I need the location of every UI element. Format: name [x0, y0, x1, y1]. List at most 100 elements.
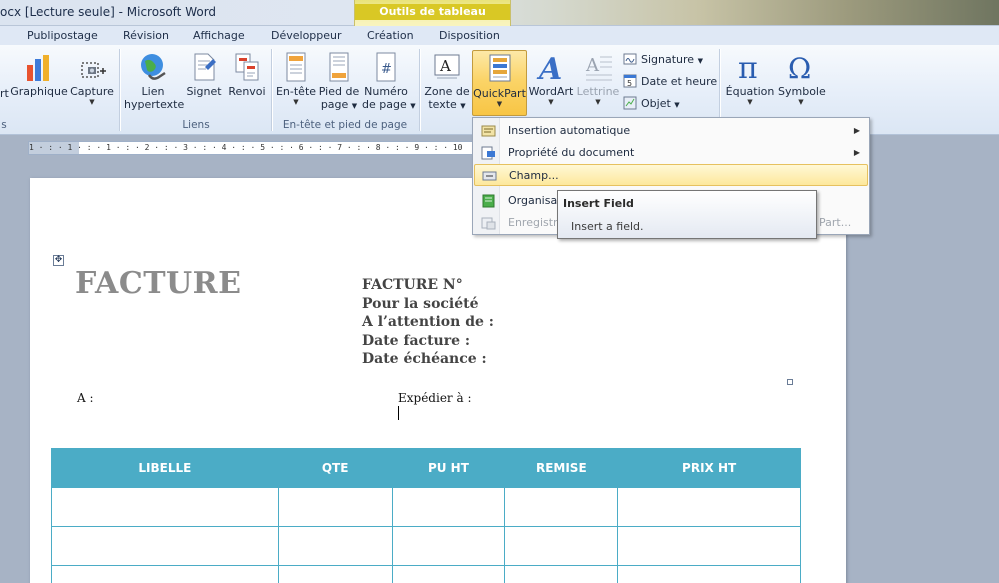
footer-icon	[323, 51, 355, 83]
tab-disposition[interactable]: Disposition	[439, 29, 500, 42]
date-time-button[interactable]: 5 Date et heure	[623, 72, 717, 91]
svg-text:5: 5	[627, 79, 632, 88]
table-cell[interactable]	[277, 487, 393, 527]
omega-icon: Ω	[785, 51, 817, 85]
page-number-icon: #	[370, 51, 402, 83]
submenu-arrow-icon: ▶	[853, 126, 860, 135]
symbole-label: Symbole	[778, 85, 826, 98]
capture-button[interactable]: Capture ▼	[70, 49, 114, 106]
signet-label: Signet	[186, 85, 222, 98]
equation-button[interactable]: π Équation ▼	[723, 49, 777, 106]
group-divider	[119, 49, 120, 131]
menu-item-trailing-label: Part...	[819, 216, 852, 229]
recipient-label: A :	[77, 391, 94, 405]
menu-item-label: Champ...	[509, 169, 559, 182]
table-resize-handle[interactable]	[787, 379, 793, 385]
header-button[interactable]: En-tête ▼	[275, 49, 317, 106]
table-move-handle-icon[interactable]: ✥	[53, 255, 64, 266]
object-button[interactable]: Objet ▼	[623, 94, 680, 113]
document-property-icon	[481, 146, 496, 160]
column-header-prix-ht: PRIX HT	[617, 448, 801, 488]
symbol-button[interactable]: Ω Symbole ▼	[778, 49, 826, 106]
chevron-down-icon: ▼	[548, 98, 554, 106]
table-cell[interactable]	[391, 526, 506, 566]
insert-field-tooltip: Insert Field Insert a field.	[557, 190, 817, 239]
signature-button[interactable]: Signature ▼	[623, 50, 703, 69]
lien-label-1: Lien	[141, 85, 165, 98]
ribbon-tab-row: Publipostage Révision Affichage Développ…	[0, 26, 999, 45]
chart-icon	[23, 51, 55, 83]
invoice-items-table[interactable]: LIBELLE QTE PU HT REMISE PRIX HT	[51, 448, 801, 583]
camera-icon	[76, 51, 108, 83]
group-label-partial: s	[1, 119, 7, 131]
svg-text:A: A	[439, 57, 451, 75]
menu-item-autotext[interactable]: Insertion automatique ▶	[474, 120, 868, 142]
svg-text:#: #	[381, 62, 392, 77]
save-selection-icon	[481, 216, 496, 230]
table-row	[51, 487, 801, 527]
quickpart-button[interactable]: QuickPart ▼	[472, 50, 527, 116]
wordart-button[interactable]: A WordArt ▼	[528, 49, 574, 106]
graphique-button[interactable]: Graphique	[10, 49, 68, 98]
svg-text:π: π	[738, 51, 758, 83]
partial-button-label[interactable]: rt	[0, 87, 9, 100]
table-cell[interactable]	[51, 565, 279, 583]
menu-item-label: Enregistr	[508, 216, 558, 229]
capture-label: Capture	[70, 85, 114, 98]
ruler-ticks: 1 · : · 1 · : · 1 · : · 2 · : · 3 · : · …	[29, 143, 463, 152]
date-label: Date et heure	[641, 75, 718, 88]
table-cell[interactable]	[277, 526, 393, 566]
zone-label-1: Zone de	[424, 85, 470, 98]
invoice-date-label: Date facture :	[362, 332, 471, 349]
cross-reference-button[interactable]: Renvoi	[226, 49, 268, 98]
horizontal-ruler[interactable]: 1 · : · 1 · : · 1 · : · 2 · : · 3 · : · …	[28, 141, 473, 155]
table-cell[interactable]	[504, 487, 619, 527]
table-cell[interactable]	[504, 526, 619, 566]
hyperlink-button[interactable]: Lien hypertexte	[124, 49, 184, 111]
menu-item-document-property[interactable]: Propriété du document ▶	[474, 142, 868, 164]
group-divider	[419, 49, 420, 131]
zone-label-2: texte	[428, 98, 457, 111]
column-header-remise: REMISE	[504, 448, 619, 488]
table-cell[interactable]	[51, 487, 279, 527]
table-cell[interactable]	[277, 565, 393, 583]
svg-text:A: A	[585, 55, 600, 76]
table-cell[interactable]	[51, 526, 279, 566]
page-number-button[interactable]: # Numéro de page ▼	[362, 49, 416, 113]
tab-publipostage[interactable]: Publipostage	[27, 29, 98, 42]
invoice-info-block: FACTURE N° Pour la société A l’attention…	[362, 276, 494, 369]
table-cell[interactable]	[617, 526, 801, 566]
renvoi-label: Renvoi	[228, 85, 266, 98]
group-label-entete: En-tête et pied de page	[282, 119, 408, 131]
pied-label-2: page	[320, 98, 349, 111]
table-cell[interactable]	[504, 565, 619, 583]
tooltip-title: Insert Field	[563, 197, 634, 210]
table-cell[interactable]	[391, 487, 506, 527]
due-date-label: Date échéance :	[362, 351, 487, 367]
textbox-button[interactable]: A Zone de texte ▼	[424, 49, 470, 113]
chevron-down-icon: ▼	[89, 98, 95, 106]
context-header-label: Outils de tableau	[355, 4, 510, 20]
dropcap-button[interactable]: A Lettrine ▼	[576, 49, 620, 106]
table-cell[interactable]	[617, 487, 801, 527]
menu-item-label: Insertion automatique	[508, 124, 631, 137]
tab-developpeur[interactable]: Développeur	[271, 29, 342, 42]
table-cell[interactable]	[617, 565, 801, 583]
tab-creation[interactable]: Création	[367, 29, 414, 42]
objet-label: Objet	[641, 97, 671, 110]
table-row	[51, 526, 801, 566]
menu-item-field[interactable]: Champ...	[474, 164, 868, 186]
quickpart-label: QuickPart	[473, 87, 526, 100]
tab-affichage[interactable]: Affichage	[193, 29, 245, 42]
cross-reference-icon	[231, 51, 263, 83]
organizer-icon	[481, 194, 496, 208]
object-icon	[623, 96, 637, 110]
footer-button[interactable]: Pied de page ▼	[318, 49, 360, 113]
tab-revision[interactable]: Révision	[123, 29, 169, 42]
table-cell[interactable]	[391, 565, 506, 583]
company-label: Pour la société	[362, 295, 479, 312]
bookmark-button[interactable]: Signet	[184, 49, 224, 98]
numero-label-2: de page	[362, 98, 407, 111]
chevron-down-icon: ▼	[747, 98, 753, 106]
signature-label: Signature	[641, 53, 695, 66]
